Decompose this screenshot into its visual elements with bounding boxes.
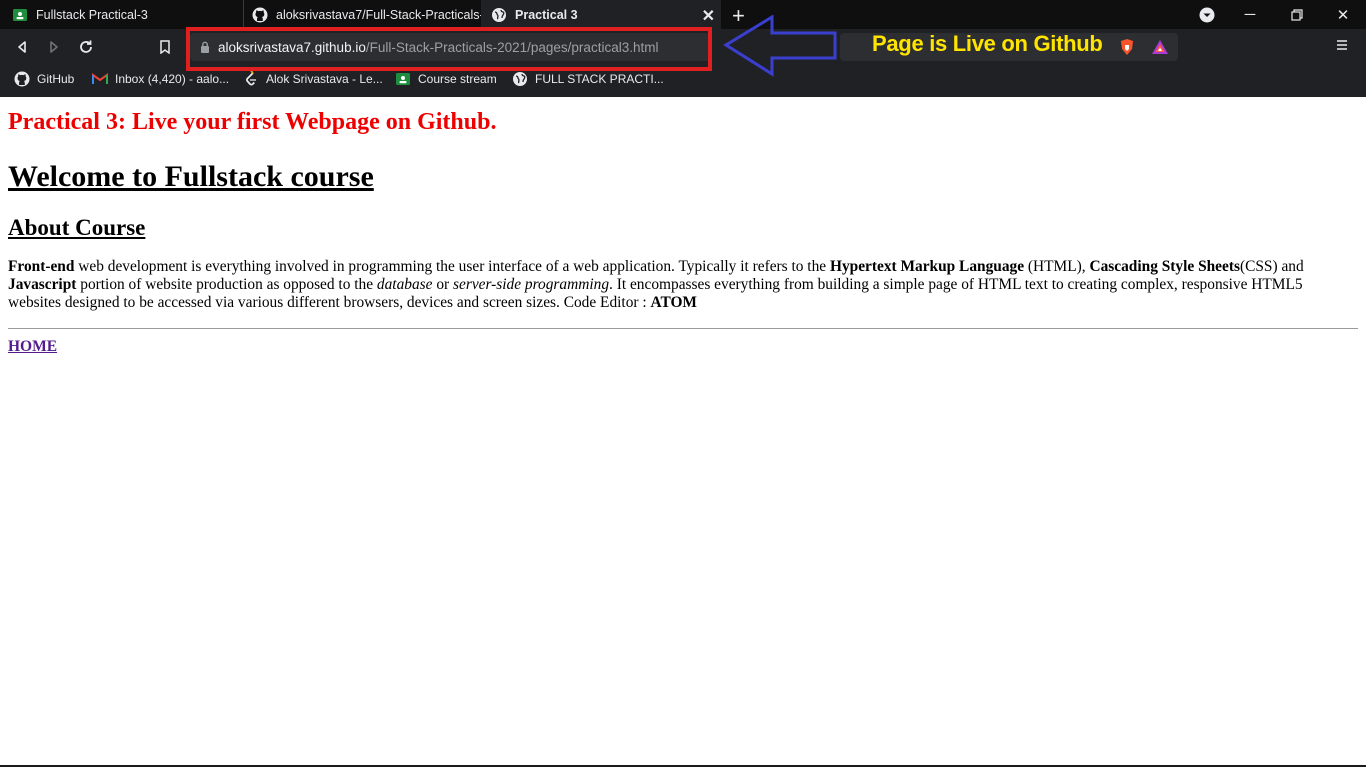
bookmark-label: Course stream — [418, 72, 497, 86]
google-classroom-icon — [12, 7, 28, 23]
tab-github-repo[interactable]: aloksrivastava7/Full-Stack-Practicals-20… — [243, 0, 481, 29]
tab-title: Practical 3 — [515, 7, 578, 22]
browser-chrome: Fullstack Practical-3 aloksrivastava7/Fu… — [0, 0, 1366, 97]
github-icon — [252, 7, 268, 23]
bookmark-label: GitHub — [37, 72, 75, 86]
bookmark-icon — [160, 40, 170, 54]
tab-title: Fullstack Practical-3 — [36, 7, 148, 22]
welcome-heading: Welcome to Fullstack course — [8, 160, 374, 193]
forward-arrow-icon — [50, 41, 58, 53]
back-button[interactable] — [12, 37, 32, 57]
google-classroom-icon — [395, 71, 411, 87]
course-description: Front-end web development is everything … — [8, 258, 1304, 311]
menu-button[interactable] — [1336, 38, 1348, 56]
hamburger-menu-icon — [1337, 40, 1347, 50]
tab-fullstack-practical-3[interactable]: Fullstack Practical-3 — [0, 0, 243, 29]
bookmark-label: Alok Srivastava - Le... — [266, 72, 383, 86]
brave-shield-icon[interactable] — [1119, 38, 1135, 56]
bookmark-github[interactable]: GitHub — [14, 67, 74, 91]
live-annotation-text: Page is Live on Github — [872, 31, 1103, 56]
back-arrow-icon — [18, 41, 26, 53]
url-highlight-box — [186, 27, 712, 71]
horizontal-divider — [8, 328, 1358, 329]
minimize-button[interactable]: ─ — [1230, 0, 1270, 29]
github-icon — [14, 71, 30, 87]
home-link[interactable]: HOME — [8, 338, 57, 356]
bookmark-label: Inbox (4,420) - aalo... — [115, 72, 230, 86]
tab-search-button[interactable] — [1187, 0, 1227, 29]
leetcode-icon — [243, 71, 259, 87]
close-tab-icon[interactable]: ✕ — [702, 6, 715, 26]
brave-rewards-icon[interactable] — [1151, 39, 1169, 55]
reload-icon — [80, 40, 92, 53]
globe-icon — [491, 7, 507, 23]
maximize-button[interactable] — [1277, 0, 1317, 29]
forward-button[interactable] — [44, 37, 64, 57]
globe-icon — [512, 71, 528, 87]
gmail-icon — [92, 71, 108, 87]
practical-heading: Practical 3: Live your first Webpage on … — [8, 109, 497, 135]
bookmark-label: FULL STACK PRACTI... — [535, 72, 664, 86]
reload-button[interactable] — [76, 37, 96, 57]
pointing-arrow-icon — [723, 15, 837, 77]
tab-title: aloksrivastava7/Full-Stack-Practicals-20… — [276, 7, 481, 22]
about-course-heading: About Course — [8, 215, 146, 240]
close-window-button[interactable]: ✕ — [1323, 0, 1363, 29]
webpage-content: Practical 3: Live your first Webpage on … — [8, 97, 1358, 356]
tab-practical-3-active[interactable]: Practical 3 ✕ — [481, 0, 721, 29]
bookmark-button[interactable] — [155, 37, 175, 57]
restore-icon — [1291, 8, 1303, 21]
chevron-down-icon — [1199, 7, 1215, 22]
